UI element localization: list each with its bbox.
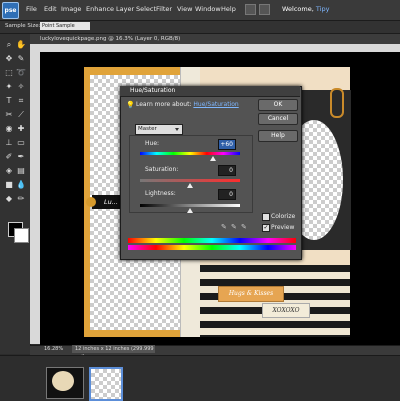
menu-window[interactable]: Window [195,5,221,13]
learn-more-prefix: Learn more about: [136,101,192,108]
crop-tool-icon[interactable]: ⌗ [16,96,26,106]
colorize-checkbox[interactable] [262,213,270,221]
xoxo-tag: XOXOXO [262,303,310,318]
welcome-prefix: Welcome, [282,5,314,13]
pencil-tool-icon[interactable]: ✏ [16,194,26,204]
quick-selection-tool-icon[interactable]: ✧ [16,82,26,92]
menu-view[interactable]: View [177,5,192,13]
preview-label: Preview [271,224,295,231]
menu-enhance[interactable]: Enhance [86,5,114,13]
lightness-label: Lightness: [145,190,176,197]
sample-size-select[interactable]: Point Sample [40,22,90,30]
eyedropper-icon[interactable]: ✎ [221,223,227,231]
hue-slider-track[interactable] [140,152,240,155]
hugs-kisses-tag: Hugs & Kisses [218,286,284,302]
lightbulb-icon: 💡 [126,101,135,109]
dialog-title: Hue/Saturation [130,87,176,94]
input-color-bar [128,238,296,243]
lightness-slider-thumb[interactable] [187,208,193,213]
learn-more-link[interactable]: Hue/Saturation [193,101,238,108]
lasso-tool-icon[interactable]: ➰ [16,68,26,78]
saturation-slider-thumb[interactable] [187,183,193,188]
marquee-tool-icon[interactable]: ⬚ [4,68,14,78]
move-tool-icon[interactable]: ✥ [4,54,14,64]
thumbnail-quickpage-circle [52,371,74,391]
hue-slider-thumb[interactable] [210,156,216,161]
output-color-bar [128,245,296,250]
welcome-text: Welcome, Tipy [282,5,329,13]
smart-brush-tool-icon[interactable]: ✒ [16,152,26,162]
background-color-swatch[interactable] [14,228,29,243]
zoom-tool-icon[interactable]: ⌕ [4,40,14,50]
ok-button[interactable]: OK [258,99,298,111]
help-button[interactable]: Help [258,130,298,142]
sponge-tool-icon[interactable]: ◆ [4,194,14,204]
create-button[interactable] [245,4,256,15]
learn-more-text: Learn more about: Hue/Saturation [136,101,239,108]
hue-value-field[interactable]: +60 [218,139,236,150]
shape-tool-icon[interactable]: ■ [4,180,14,190]
clone-stamp-tool-icon[interactable]: ⊥ [4,138,14,148]
document-title: luckylovequickpage.png @ 16.3% (Layer 0,… [40,36,181,42]
magic-wand-tool-icon[interactable]: ✦ [4,82,14,92]
document-size[interactable]: 12 inches x 12 inches (299.999 ppi) [72,345,155,360]
menu-layer[interactable]: Layer [116,5,134,13]
straighten-tool-icon[interactable]: ⟋ [16,110,26,120]
left-ruler [30,44,40,344]
top-ruler [40,44,400,52]
gradient-tool-icon[interactable]: ▤ [16,166,26,176]
lightness-slider-track[interactable] [140,204,240,207]
menu-filter[interactable]: Filter [156,5,172,13]
healing-brush-tool-icon[interactable]: ✚ [16,124,26,134]
user-link[interactable]: Tipy [316,5,330,13]
saturation-label: Saturation: [145,166,179,173]
brush-tool-icon[interactable]: ✐ [4,152,14,162]
thumbnail-layer[interactable] [89,367,123,401]
menu-edit[interactable]: Edit [44,5,57,13]
type-tool-icon[interactable]: T [4,96,14,106]
zoom-value[interactable]: 16.28% [44,346,63,352]
edit-channel-select[interactable]: Master [135,124,183,135]
preview-checkbox[interactable]: ✓ [262,224,270,232]
colorize-label: Colorize [271,213,296,220]
menu-image[interactable]: Image [61,5,81,13]
menu-help[interactable]: Help [221,5,236,13]
share-button[interactable] [259,4,270,15]
blur-tool-icon[interactable]: 💧 [16,180,26,190]
eraser-tool-icon[interactable]: ▭ [16,138,26,148]
cancel-button[interactable]: Cancel [258,113,298,125]
menu-select[interactable]: Select [136,5,156,13]
saturation-value-field[interactable]: 0 [218,165,236,176]
cookie-cutter-tool-icon[interactable]: ✂ [4,110,14,120]
hand-tool-icon[interactable]: ✋ [16,40,26,50]
hue-label: Hue: [145,140,160,147]
menu-file[interactable]: File [26,5,37,13]
eyedropper-minus-icon[interactable]: ✎ [241,223,247,231]
sample-size-label: Sample Size: [5,23,41,29]
paint-bucket-tool-icon[interactable]: ◈ [4,166,14,176]
lightness-value-field[interactable]: 0 [218,189,236,200]
eyedropper-plus-icon[interactable]: ✎ [231,223,237,231]
paperclip [330,88,344,118]
saturation-slider-track[interactable] [140,179,240,182]
eyedropper-tool-icon[interactable]: ✎ [16,54,26,64]
red-eye-tool-icon[interactable]: ◉ [4,124,14,134]
app-logo: pse [2,2,19,19]
